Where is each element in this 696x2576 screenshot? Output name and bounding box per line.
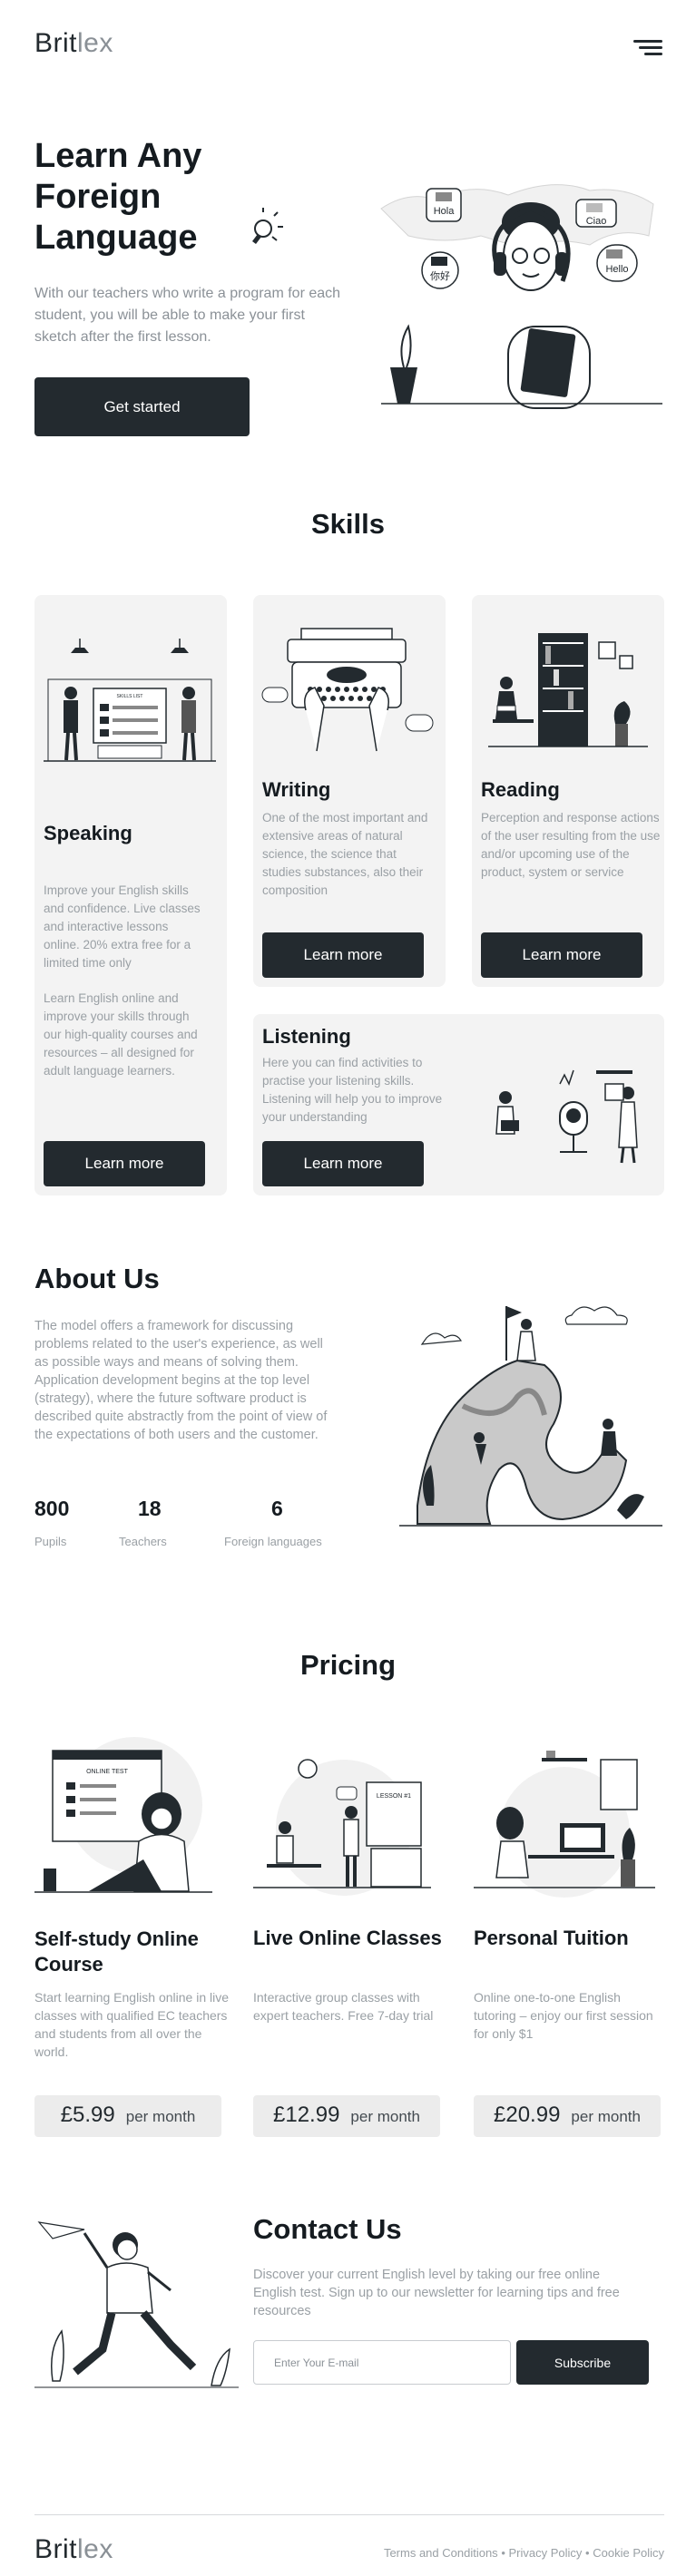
brand-name-light: lex — [77, 28, 113, 58]
brand-logo[interactable]: Britlex — [34, 28, 113, 59]
about-illustration — [399, 1306, 662, 1527]
speaking-text-2: Learn English online and improve your sk… — [44, 991, 198, 1078]
listening-illustration — [495, 1069, 638, 1164]
plan-live-classes-text: Interactive group classes with expert te… — [253, 1990, 434, 2023]
reading-card: Reading Perception and response actions … — [472, 595, 664, 987]
about-title: About Us — [34, 1263, 160, 1294]
hero-illustration: Hola Ciao 你好 Hello — [380, 184, 662, 409]
reading-text: Perception and response actions of the u… — [481, 811, 661, 879]
plan-self-study-title: Self-study Online Course — [34, 1927, 199, 1976]
footer-separator: • — [585, 2546, 590, 2560]
stat-teachers-value: 18 — [138, 1497, 162, 1520]
cookie-link[interactable]: Cookie Policy — [593, 2546, 664, 2560]
pricing-title: Pricing — [299, 1649, 397, 1681]
footer-logo[interactable]: Britlex — [34, 2534, 113, 2565]
plan-self-study-period: per month — [125, 2108, 196, 2125]
stat-pupils-label: Pupils — [34, 1535, 67, 1548]
plan-self-study-illustration: ONLINE TEST — [34, 1737, 212, 1893]
lightbulb-icon — [252, 208, 283, 244]
plan-personal-tuition-text: Online one-to-one English tutoring – enj… — [474, 1990, 653, 2041]
online-test-label: ONLINE TEST — [86, 1769, 128, 1775]
stat-teachers-label: Teachers — [119, 1535, 167, 1548]
skills-list-label: SKILLS LIST — [117, 694, 143, 699]
contact-text: Discover your current English level by t… — [253, 2268, 620, 2318]
reading-illustration — [488, 633, 648, 747]
about-text: The model offers a framework for discuss… — [34, 1319, 328, 1442]
bubble-hello: Hello — [605, 264, 628, 275]
footer-links: Terms and Conditions • Privacy Policy • … — [352, 2546, 664, 2560]
hamburger-icon[interactable] — [633, 40, 662, 58]
contact-title: Contact Us — [253, 2213, 402, 2245]
plan-self-study-text: Start learning English online in live cl… — [34, 1990, 230, 2059]
email-input[interactable]: Enter Your E-mail — [253, 2340, 511, 2385]
speaking-text-1: Improve your English skills and confiden… — [44, 883, 201, 970]
plan-self-study-price-box: £5.99 per month — [34, 2095, 221, 2137]
reading-title: Reading — [481, 778, 560, 801]
plan-personal-tuition-price-box: £20.99 per month — [474, 2095, 661, 2137]
plan-personal-tuition-illustration — [474, 1751, 655, 1898]
stat-pupils-value: 800 — [34, 1497, 70, 1520]
listening-title: Listening — [262, 1025, 351, 1048]
plan-live-classes-price-box: £12.99 per month — [253, 2095, 440, 2137]
footer-divider — [34, 2514, 664, 2515]
speaking-title: Speaking — [44, 822, 132, 844]
typewriter-illustration — [261, 628, 434, 752]
stat-languages-value: 6 — [271, 1497, 283, 1520]
speaking-card: SKILLS LIST Speaking Improve your Englis… — [34, 595, 227, 1195]
speaking-illustration: SKILLS LIST — [44, 639, 216, 762]
get-started-button[interactable]: Get started — [34, 377, 250, 436]
plan-personal-tuition-title: Personal Tuition — [474, 1927, 629, 1949]
listening-learn-more-button[interactable]: Learn more — [262, 1141, 424, 1186]
skills-title: Skills — [311, 508, 385, 540]
contact-illustration — [34, 2221, 239, 2388]
plan-live-classes-period: per month — [350, 2108, 420, 2125]
stat-languages-label: Foreign languages — [224, 1535, 322, 1548]
listening-text: Here you can find activities to practise… — [262, 1056, 443, 1124]
privacy-link[interactable]: Privacy Policy — [509, 2546, 583, 2560]
bubble-ciao: Ciao — [586, 216, 607, 227]
plan-personal-tuition-period: per month — [571, 2108, 641, 2125]
hero-title-line: Learn Any — [34, 137, 202, 175]
speaking-learn-more-button[interactable]: Learn more — [44, 1141, 205, 1186]
footer-separator: • — [501, 2546, 505, 2560]
plan-live-classes-illustration: LESSON #1 — [253, 1759, 431, 1896]
lesson-label: LESSON #1 — [377, 1793, 411, 1800]
bubble-nihao: 你好 — [430, 269, 450, 282]
footer-brand-bold: Brit — [34, 2534, 77, 2564]
hero-description: With our teachers who write a program fo… — [34, 286, 341, 345]
subscribe-button[interactable]: Subscribe — [516, 2340, 649, 2385]
writing-learn-more-button[interactable]: Learn more — [262, 932, 424, 978]
bubble-hola: Hola — [434, 206, 456, 217]
brand-name-bold: Brit — [34, 28, 77, 58]
plan-self-study-price: £5.99 — [60, 2103, 115, 2127]
writing-title: Writing — [262, 778, 331, 801]
reading-learn-more-button[interactable]: Learn more — [481, 932, 642, 978]
footer-brand-light: lex — [77, 2534, 113, 2564]
terms-link[interactable]: Terms and Conditions — [384, 2546, 498, 2560]
plan-live-classes-title: Live Online Classes — [253, 1927, 442, 1949]
listening-card: Listening Here you can find activities t… — [253, 1014, 664, 1195]
writing-card: Writing One of the most important and ex… — [253, 595, 446, 987]
plan-live-classes-price: £12.99 — [273, 2103, 340, 2127]
writing-text: One of the most important and extensive … — [262, 811, 428, 897]
plan-personal-tuition-price: £20.99 — [494, 2103, 561, 2127]
